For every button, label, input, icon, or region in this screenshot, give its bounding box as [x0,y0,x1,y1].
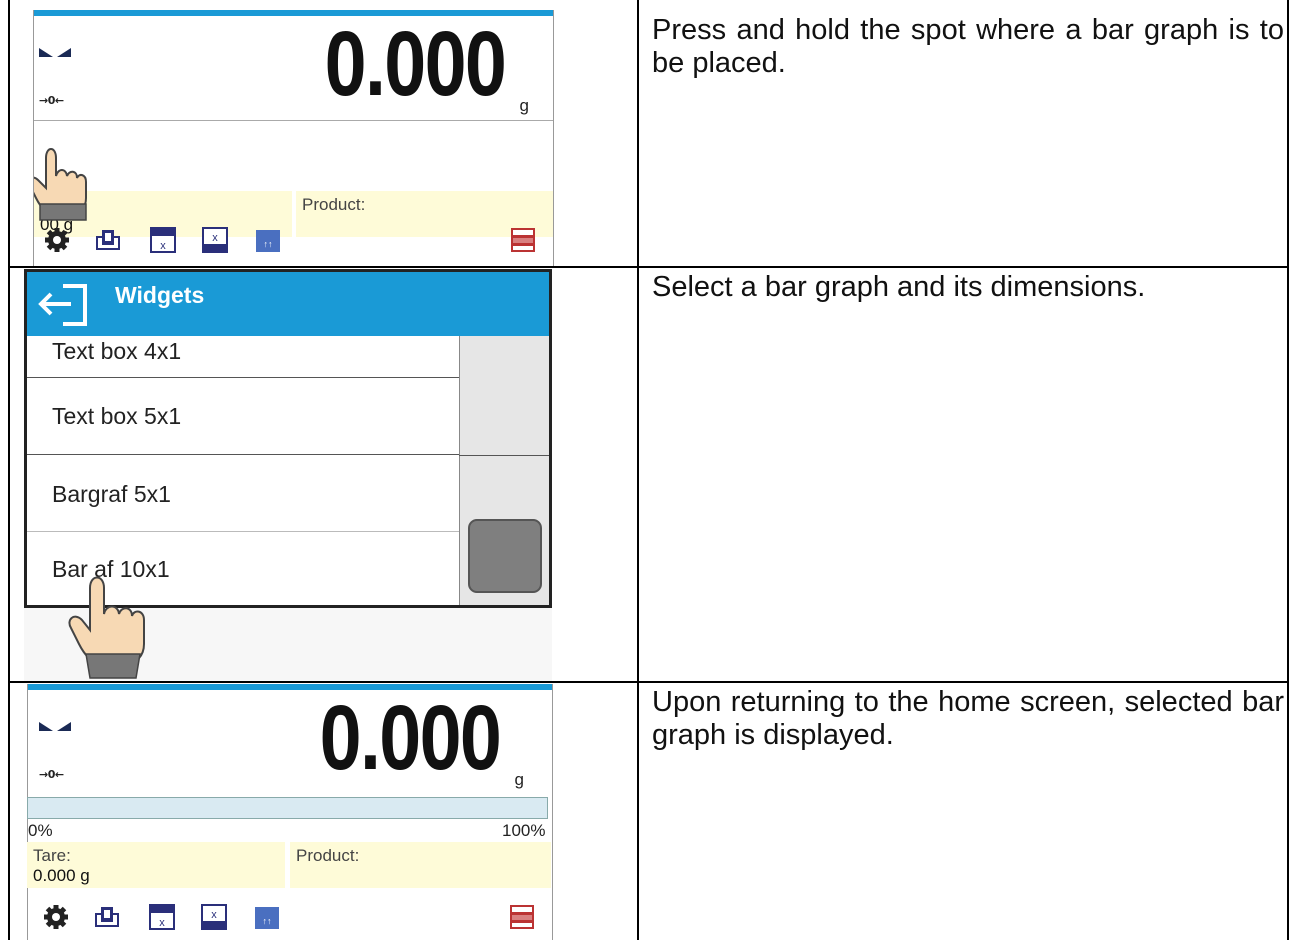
row-1-description: Press and hold the spot where a bar grap… [652,14,1284,79]
list-item[interactable]: Bargraf 5x1 [27,455,459,532]
svg-text:x: x [211,909,217,921]
hand-pointer-icon [34,148,87,221]
product-box[interactable]: Product: [290,842,551,888]
weight-unit: g [519,96,529,115]
scrollbar-thumb[interactable] [468,519,542,593]
gear-icon[interactable] [43,904,69,930]
table-row-divider-1 [8,266,1289,268]
scrollbar-divider [459,455,549,456]
svg-text:x: x [212,232,218,244]
scale-screen-1: →0← 0.000 g e: 00 g Product: x x ↑↑ [33,10,554,266]
units-icon[interactable]: ↑↑ [254,904,280,930]
units-icon[interactable]: ↑↑ [255,227,281,253]
table-border-right [1287,0,1289,940]
table-divider-vertical [637,0,639,940]
tare-value: 0.000 g [33,866,90,885]
list-item[interactable]: Text box 4x1 [27,336,459,378]
tare-clear-icon[interactable]: x [201,904,227,930]
screen-toolbar: x x ↑↑ [33,900,552,934]
hand-pointer-icon [68,576,145,679]
product-label: Product: [302,195,366,214]
tare-icon[interactable]: x [149,904,175,930]
svg-text:↑↑: ↑↑ [263,916,272,926]
database-icon[interactable] [510,227,536,253]
table-row-divider-2 [8,681,1289,683]
bargraph [27,797,548,819]
divider [34,120,553,121]
bargraph-min-label: 0% [28,821,53,840]
product-label: Product: [296,846,360,865]
stable-indicator-icon [39,48,71,57]
widgets-title: Widgets [115,282,205,308]
tare-icon[interactable]: x [150,227,176,253]
screen-toolbar: x x ↑↑ [34,223,553,257]
database-icon[interactable] [509,904,535,930]
printer-icon[interactable] [95,227,121,253]
gear-icon[interactable] [44,227,70,253]
row-3-description: Upon returning to the home screen, selec… [652,686,1284,751]
stable-indicator-icon [39,722,71,731]
tare-label: Tare: [33,846,71,865]
zero-indicator: →0← [39,768,64,781]
list-item[interactable]: Text box 5x1 [27,378,459,455]
row-2-description: Select a bar graph and its dimensions. [652,271,1146,303]
bargraph-max-label: 100% [502,821,546,840]
tare-box[interactable]: Tare: 0.000 g [27,842,285,888]
back-icon[interactable] [35,278,93,330]
weight-unit: g [514,770,524,789]
printer-icon[interactable] [94,904,120,930]
zero-indicator: →0← [39,94,64,107]
tare-clear-icon[interactable]: x [202,227,228,253]
widgets-header: Widgets [27,272,549,336]
svg-text:↑↑: ↑↑ [264,239,273,249]
table-border-left [8,0,10,940]
svg-text:x: x [160,240,166,252]
svg-text:x: x [159,917,165,929]
weight-display: 0.000 [319,687,501,789]
weight-display: 0.000 [324,13,506,115]
